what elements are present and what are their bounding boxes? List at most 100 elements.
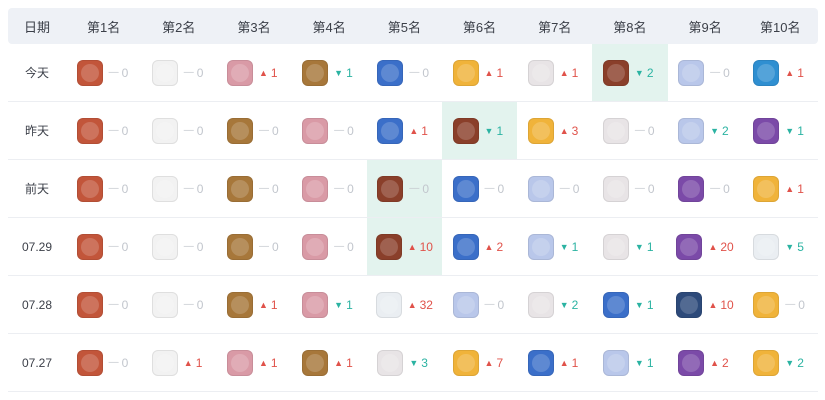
white-hair-app-icon[interactable] — [527, 291, 554, 318]
hero-red-app-icon[interactable] — [76, 117, 103, 144]
white-hair-app-icon[interactable] — [527, 59, 554, 86]
rank-cell[interactable]: —0 — [66, 218, 141, 275]
rank-cell[interactable]: ▲ 1 — [141, 334, 216, 391]
panda-app-icon[interactable] — [753, 233, 780, 260]
rank-cell[interactable]: ▼ 1 — [743, 102, 818, 159]
hero-red-app-icon[interactable] — [76, 233, 103, 260]
white-hair-app-icon[interactable] — [602, 233, 629, 260]
rank-cell[interactable]: ▼ 2 — [592, 44, 668, 101]
white-hair-app-icon[interactable] — [377, 349, 404, 376]
pink-girl-app-icon[interactable] — [302, 175, 329, 202]
rank-cell[interactable]: ▲ 1 — [442, 44, 517, 101]
rank-cell[interactable]: ▲ 1 — [292, 334, 367, 391]
rank-cell[interactable]: —0 — [141, 44, 216, 101]
rank-cell[interactable]: —0 — [517, 160, 592, 217]
gold-warrior-app-icon[interactable] — [226, 175, 253, 202]
ink-black-app-icon[interactable] — [151, 233, 178, 260]
rank-cell[interactable]: ▲ 1 — [216, 44, 291, 101]
rank-cell[interactable]: —0 — [141, 102, 216, 159]
rank-cell[interactable]: ▼ 1 — [517, 218, 592, 275]
rank-cell[interactable]: ▼ 1 — [592, 334, 667, 391]
gold-warrior-app-icon[interactable] — [226, 291, 253, 318]
rank-cell[interactable]: ▲ 1 — [367, 102, 442, 159]
rank-cell[interactable]: ▲ 20 — [668, 218, 743, 275]
rank-cell[interactable]: —0 — [366, 160, 442, 217]
pink-girl-app-icon[interactable] — [302, 233, 329, 260]
dark-blue-app-icon[interactable] — [676, 291, 703, 318]
rank-cell[interactable]: ▲ 1 — [216, 334, 291, 391]
rank-cell[interactable]: —0 — [592, 102, 667, 159]
blue-avatar-app-icon[interactable] — [452, 233, 479, 260]
beach-blue-app-icon[interactable] — [753, 59, 780, 86]
rank-cell[interactable]: —0 — [66, 160, 141, 217]
pink-girl-app-icon[interactable] — [302, 291, 329, 318]
gold-warrior-app-icon[interactable] — [226, 233, 253, 260]
yellow-fox-app-icon[interactable] — [452, 349, 479, 376]
ink-black-app-icon[interactable] — [151, 291, 178, 318]
purple-hero-app-icon[interactable] — [678, 175, 705, 202]
purple-hero-app-icon[interactable] — [676, 233, 703, 260]
ink-black-app-icon[interactable] — [151, 117, 178, 144]
rank-cell[interactable]: ▼ 1 — [592, 276, 667, 333]
purple-hero-app-icon[interactable] — [753, 117, 780, 144]
rank-cell[interactable]: ▼ 1 — [292, 276, 367, 333]
yellow-fox-app-icon[interactable] — [753, 349, 780, 376]
rank-cell[interactable]: ▲ 7 — [442, 334, 517, 391]
gold-warrior-app-icon[interactable] — [226, 117, 253, 144]
rank-cell[interactable]: —0 — [668, 160, 743, 217]
ink-black-app-icon[interactable] — [151, 59, 178, 86]
blue-avatar-app-icon[interactable] — [377, 59, 404, 86]
rank-cell[interactable]: ▼ 5 — [743, 218, 818, 275]
white-hair-app-icon[interactable] — [602, 175, 629, 202]
rank-cell[interactable]: —0 — [743, 276, 818, 333]
rank-cell[interactable]: —0 — [292, 160, 367, 217]
blue-avatar-app-icon[interactable] — [377, 117, 404, 144]
rank-cell[interactable]: —0 — [141, 160, 216, 217]
rank-cell[interactable]: —0 — [292, 218, 367, 275]
rank-cell[interactable]: —0 — [668, 44, 743, 101]
rank-cell[interactable]: —0 — [216, 160, 291, 217]
brown-book-app-icon[interactable] — [452, 117, 479, 144]
rank-cell[interactable]: —0 — [66, 44, 141, 101]
rank-cell[interactable]: —0 — [442, 160, 517, 217]
blue-avatar-app-icon[interactable] — [452, 175, 479, 202]
pastel-girl-app-icon[interactable] — [527, 175, 554, 202]
blue-avatar-app-icon[interactable] — [602, 291, 629, 318]
rank-cell[interactable]: ▲ 1 — [216, 276, 291, 333]
hero-red-app-icon[interactable] — [76, 59, 103, 86]
rank-cell[interactable]: ▲ 1 — [743, 160, 818, 217]
rank-cell[interactable]: ▲ 2 — [442, 218, 517, 275]
rank-cell[interactable]: ▼ 1 — [292, 44, 367, 101]
rank-cell[interactable]: ▲ 10 — [366, 218, 442, 275]
hero-red-app-icon[interactable] — [76, 291, 103, 318]
rank-cell[interactable]: —0 — [141, 276, 216, 333]
pink-girl-app-icon[interactable] — [226, 349, 253, 376]
rank-cell[interactable]: —0 — [66, 334, 141, 391]
rank-cell[interactable]: —0 — [141, 218, 216, 275]
pink-girl-app-icon[interactable] — [302, 117, 329, 144]
brown-book-app-icon[interactable] — [375, 233, 402, 260]
rank-cell[interactable]: ▲ 32 — [367, 276, 442, 333]
rank-cell[interactable]: —0 — [592, 160, 667, 217]
rank-cell[interactable]: ▲ 10 — [668, 276, 743, 333]
rank-cell[interactable]: —0 — [442, 276, 517, 333]
rank-cell[interactable]: ▼ 3 — [367, 334, 442, 391]
pastel-girl-app-icon[interactable] — [678, 59, 705, 86]
brown-book-app-icon[interactable] — [602, 59, 629, 86]
rank-cell[interactable]: —0 — [292, 102, 367, 159]
pastel-girl-app-icon[interactable] — [678, 117, 705, 144]
rank-cell[interactable]: ▼ 1 — [441, 102, 518, 159]
ink-black-app-icon[interactable] — [151, 349, 178, 376]
hero-red-app-icon[interactable] — [76, 175, 103, 202]
panda-app-icon[interactable] — [375, 291, 402, 318]
rank-cell[interactable]: ▲ 1 — [517, 334, 592, 391]
rank-cell[interactable]: —0 — [66, 102, 141, 159]
blue-avatar-app-icon[interactable] — [527, 349, 554, 376]
rank-cell[interactable]: —0 — [216, 218, 291, 275]
pastel-girl-app-icon[interactable] — [602, 349, 629, 376]
rank-cell[interactable]: —0 — [66, 276, 141, 333]
yellow-fox-app-icon[interactable] — [753, 291, 780, 318]
brown-book-app-icon[interactable] — [377, 175, 404, 202]
rank-cell[interactable]: ▼ 1 — [592, 218, 667, 275]
gold-warrior-app-icon[interactable] — [302, 59, 329, 86]
